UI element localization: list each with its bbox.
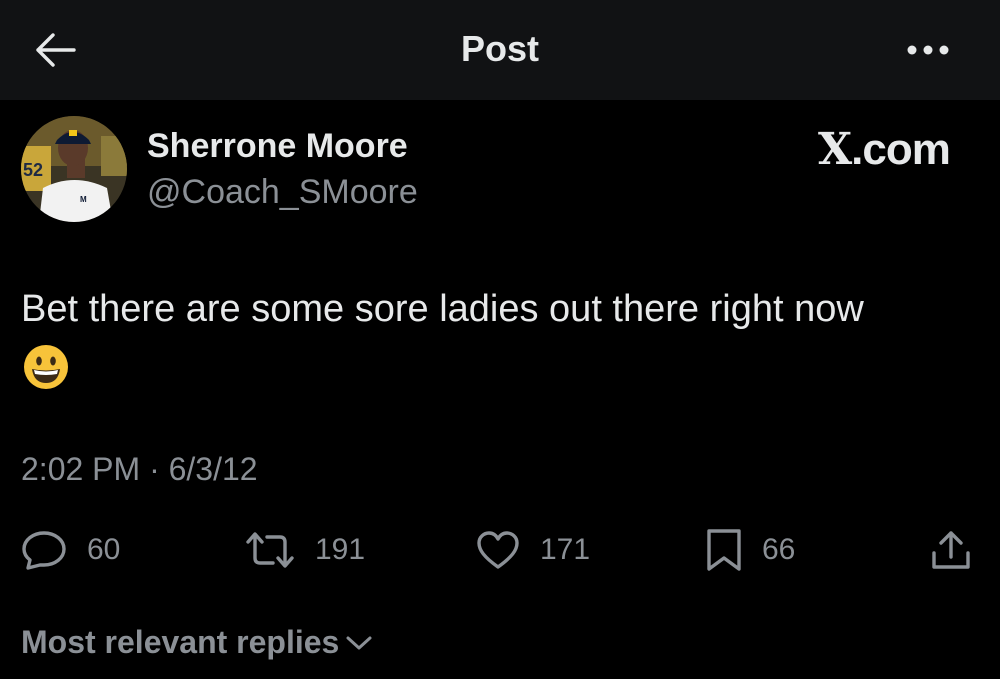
avatar[interactable]: 52 M bbox=[21, 116, 127, 222]
grinning-face-emoji bbox=[22, 343, 70, 391]
page-title: Post bbox=[460, 28, 539, 69]
tweet-timestamp: 2:02 PM · 6/3/12 bbox=[21, 451, 258, 488]
bookmark-count: 66 bbox=[762, 533, 796, 566]
bookmark-button[interactable]: 66 bbox=[706, 527, 795, 573]
repost-count: 191 bbox=[315, 533, 366, 566]
x-com-watermark: X.com bbox=[818, 124, 951, 175]
share-icon bbox=[932, 531, 970, 569]
share-button[interactable] bbox=[930, 527, 972, 573]
heart-icon bbox=[477, 531, 519, 569]
reply-icon bbox=[22, 531, 66, 570]
avatar-image: 52 M bbox=[21, 116, 127, 222]
more-options-button[interactable] bbox=[900, 30, 956, 70]
reply-button[interactable]: 60 bbox=[21, 527, 120, 573]
repost-button[interactable]: 191 bbox=[245, 527, 365, 573]
chevron-down-icon bbox=[346, 636, 372, 649]
reply-count: 60 bbox=[87, 533, 121, 566]
top-bar: Post bbox=[0, 0, 1000, 100]
tweet-time: 2:02 PM bbox=[21, 451, 141, 487]
repost-icon bbox=[246, 532, 294, 568]
more-horizontal-icon bbox=[907, 45, 949, 55]
like-button[interactable]: 171 bbox=[476, 527, 590, 573]
brand-suffix: .com bbox=[851, 125, 951, 174]
tweet-text: Bet there are some sore ladies out there… bbox=[21, 288, 864, 330]
bookmark-icon bbox=[707, 529, 741, 571]
meta-separator: · bbox=[149, 451, 160, 487]
like-count: 171 bbox=[540, 533, 591, 566]
author-name[interactable]: Sherrone Moore bbox=[147, 127, 408, 166]
svg-text:M: M bbox=[80, 195, 87, 204]
x-logo-letter: X bbox=[818, 124, 852, 175]
replies-sort-label: Most relevant replies bbox=[21, 624, 340, 660]
replies-sort-dropdown[interactable]: Most relevant replies bbox=[21, 624, 373, 661]
tweet-date: 6/3/12 bbox=[168, 451, 258, 487]
svg-text:52: 52 bbox=[23, 160, 43, 180]
author-handle[interactable]: @Coach_SMoore bbox=[147, 173, 418, 212]
